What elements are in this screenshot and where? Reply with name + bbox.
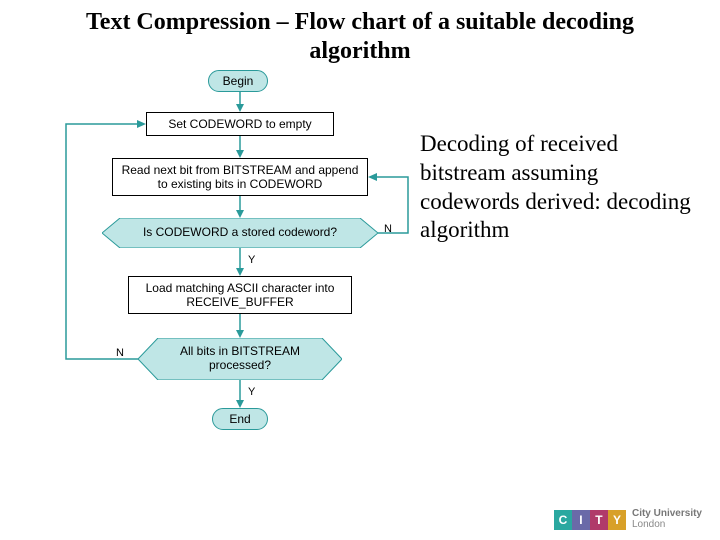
logo-line2: London <box>632 520 702 531</box>
node-set-codeword: Set CODEWORD to empty <box>146 112 334 136</box>
node-decision-allbits-label: All bits in BITSTREAM processed? <box>138 338 342 380</box>
node-decision-stored-label: Is CODEWORD a stored codeword? <box>102 218 378 248</box>
arrow-read-to-dec1 <box>235 196 245 218</box>
node-end: End <box>212 408 268 430</box>
node-load-ascii: Load matching ASCII character into RECEI… <box>128 276 352 314</box>
arrow-set-to-read <box>235 136 245 158</box>
node-begin-label: Begin <box>223 74 254 88</box>
university-logo: C I T Y City University London <box>554 509 702 530</box>
label-dec1-no: N <box>384 223 392 235</box>
node-begin: Begin <box>208 70 268 92</box>
slide-title: Text Compression – Flow chart of a suita… <box>0 0 720 70</box>
logo-text: City University London <box>632 509 702 530</box>
logo-line1: City University <box>632 509 702 520</box>
node-decision-allbits: All bits in BITSTREAM processed? <box>138 338 342 380</box>
logo-letter-t: T <box>590 510 608 530</box>
flowchart-container: Begin Set CODEWORD to empty Read next bi… <box>30 70 410 530</box>
arrow-load-to-dec2 <box>235 314 245 338</box>
logo-letter-y: Y <box>608 510 626 530</box>
node-read-bit: Read next bit from BITSTREAM and append … <box>112 158 368 196</box>
arrow-dec1-yes <box>235 248 245 276</box>
node-load-ascii-label: Load matching ASCII character into RECEI… <box>135 281 345 310</box>
label-dec2-yes: Y <box>248 386 255 398</box>
node-end-label: End <box>229 412 250 426</box>
label-dec1-yes: Y <box>248 254 255 266</box>
arrow-dec2-yes <box>235 380 245 408</box>
node-read-bit-label: Read next bit from BITSTREAM and append … <box>119 163 361 192</box>
description-text: Decoding of received bitstream assuming … <box>420 130 700 245</box>
label-dec2-no: N <box>116 347 124 359</box>
logo-letter-c: C <box>554 510 572 530</box>
logo-letter-i: I <box>572 510 590 530</box>
logo-blocks: C I T Y <box>554 510 626 530</box>
arrow-begin-to-set <box>235 92 245 112</box>
node-set-codeword-label: Set CODEWORD to empty <box>168 117 311 131</box>
node-decision-stored: Is CODEWORD a stored codeword? <box>102 218 378 248</box>
